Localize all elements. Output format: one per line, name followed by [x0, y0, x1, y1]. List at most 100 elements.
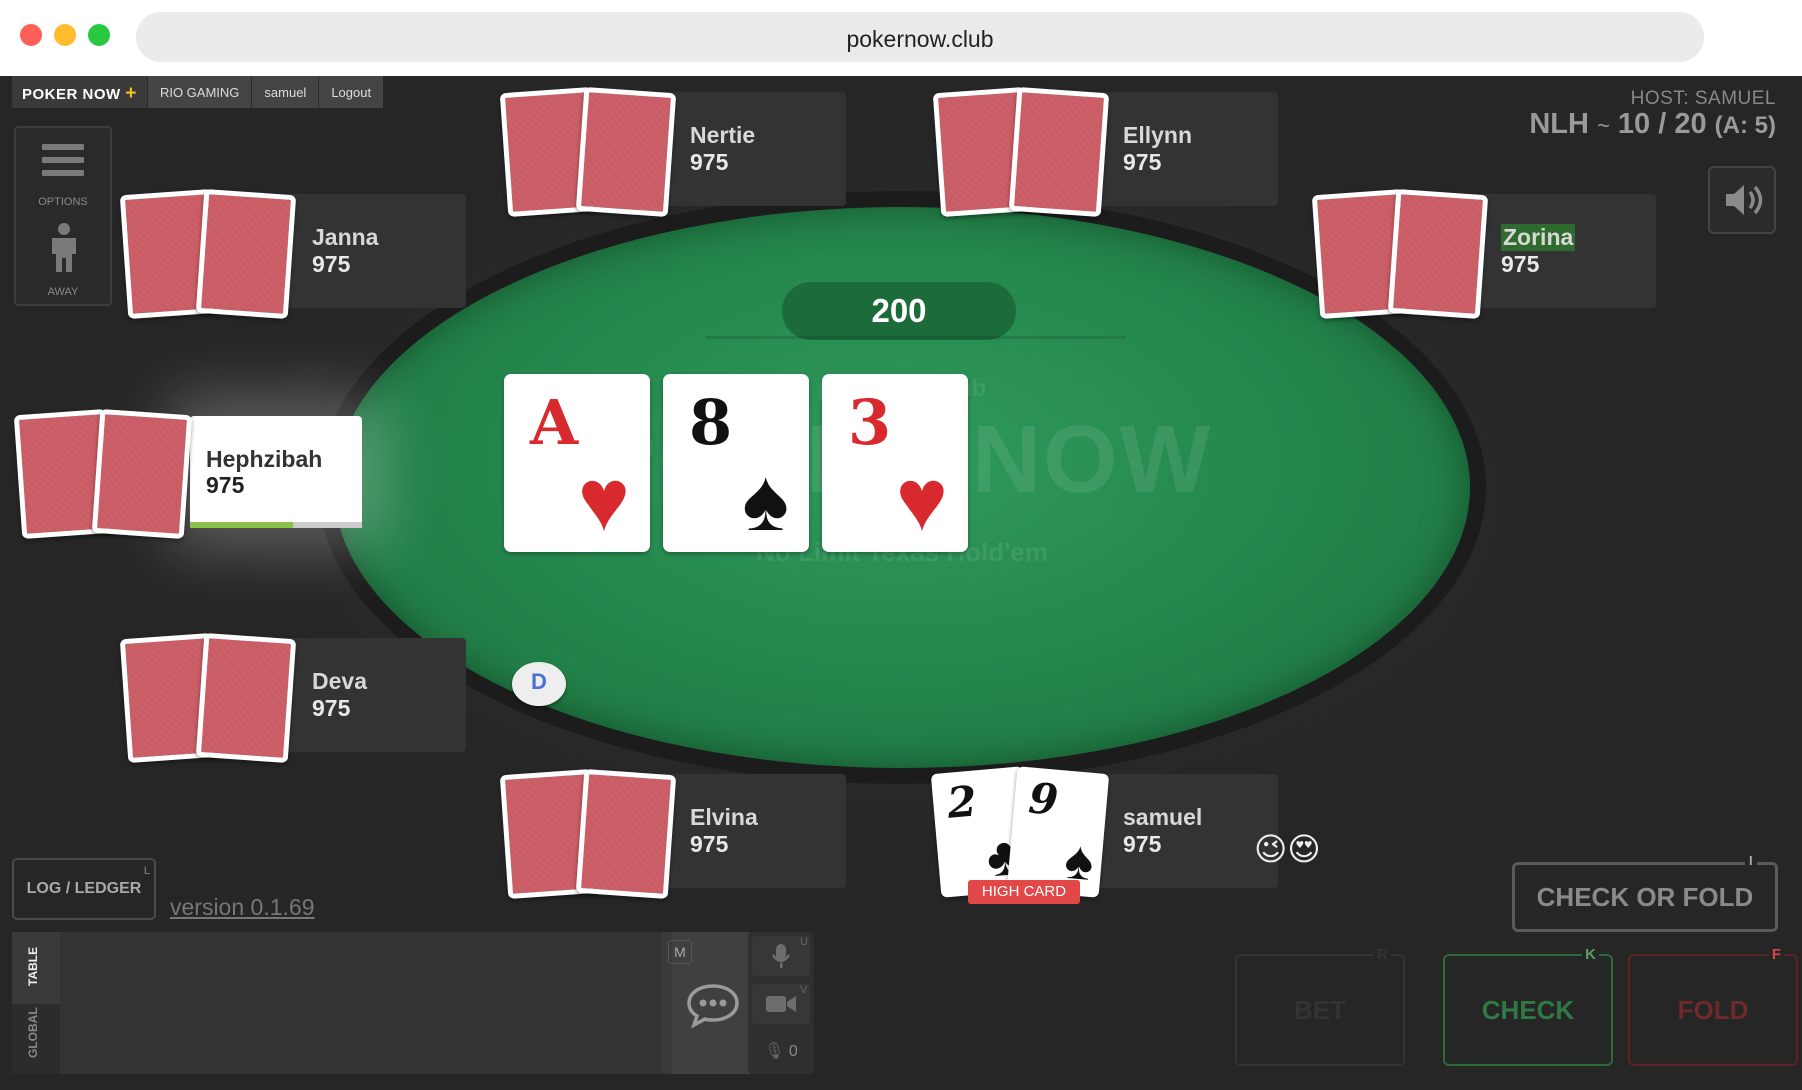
minimize-window-button[interactable] — [54, 24, 76, 46]
card-back — [195, 188, 297, 320]
player-name: Nertie — [690, 122, 756, 148]
check-button[interactable]: CHECK K — [1443, 946, 1613, 1066]
heart-icon: ♥ — [577, 450, 630, 549]
sound-toggle-button[interactable] — [1708, 166, 1776, 234]
chat-panel: TABLE GLOBAL — [12, 932, 754, 1074]
turn-timer — [190, 522, 362, 528]
player-stack: 975 — [312, 695, 351, 721]
player-name: Hephzibah — [206, 446, 323, 472]
plus-icon: + — [125, 83, 137, 104]
pot-amount: 200 — [782, 282, 1016, 340]
player-stack: 975 — [1123, 149, 1162, 175]
address-bar-url: pokernow.club — [846, 26, 994, 52]
chat-tabs: TABLE GLOBAL — [12, 932, 60, 1074]
bet-label: BET — [1294, 995, 1346, 1025]
away-person-icon[interactable] — [46, 222, 82, 274]
brand-logo[interactable]: POKER NOW + — [12, 76, 147, 108]
shortcut-key: L — [143, 865, 150, 877]
listeners-icon: 🎙 — [764, 1043, 785, 1060]
camera-shortcut-key: V — [800, 984, 808, 996]
card-rank: 9 — [1026, 773, 1061, 825]
card-back — [575, 86, 677, 218]
game-area: POKER NOW + RIO GAMING samuel Logout HOS… — [0, 76, 1802, 1090]
player-name: Deva — [312, 668, 367, 694]
fold-button[interactable]: FOLD F — [1628, 946, 1798, 1066]
board-card-1: A ♥ — [504, 374, 650, 552]
shortcut-key: K — [1582, 946, 1599, 964]
host-label: HOST: SAMUEL — [1630, 88, 1776, 109]
microphone-icon — [771, 944, 791, 968]
card-back — [195, 632, 297, 764]
options-label: OPTIONS — [38, 196, 88, 208]
player-stack: 975 — [206, 472, 245, 498]
top-nav: POKER NOW + RIO GAMING samuel Logout — [12, 76, 384, 108]
card-back — [575, 768, 677, 900]
speaker-icon — [1726, 185, 1763, 215]
bet-button[interactable]: BET R — [1235, 946, 1405, 1066]
chat-input[interactable] — [60, 932, 662, 1074]
card-back — [1008, 86, 1110, 218]
turn-timer-fill — [190, 522, 294, 528]
board-card-2: 8 ♠ — [663, 374, 809, 552]
close-window-button[interactable] — [20, 24, 42, 46]
player-stack: 975 — [312, 251, 351, 277]
shortcut-key: F — [1768, 946, 1784, 964]
player-name: Janna — [312, 224, 379, 250]
stakes-label: NLH ~ 10 / 20 (A: 5) — [1529, 108, 1776, 141]
chat-tab-table[interactable]: TABLE — [12, 932, 60, 1002]
log-ledger-label: LOG / LEDGER — [26, 880, 142, 897]
stakes-separator: ~ — [1597, 113, 1610, 138]
player-name: Elvina — [690, 804, 758, 830]
user-link[interactable]: samuel — [251, 76, 319, 108]
club-link[interactable]: RIO GAMING — [146, 76, 252, 108]
tab-label: TABLE — [26, 946, 40, 986]
dealer-button: D — [512, 662, 566, 706]
pot-divider — [706, 336, 1126, 339]
player-name: samuel — [1123, 804, 1203, 830]
fold-label: FOLD — [1677, 995, 1749, 1025]
sidebar: OPTIONS AWAY — [14, 126, 112, 306]
player-stack: 975 — [1501, 251, 1540, 277]
card-rank: 3 — [848, 386, 892, 459]
tab-label: GLOBAL — [26, 1007, 40, 1058]
emoji-reaction[interactable]: 😉😍 — [1254, 830, 1321, 868]
player-name: Zorina — [1501, 224, 1576, 251]
player-stack: 975 — [1123, 831, 1162, 857]
player-stack: 975 — [690, 831, 729, 857]
chat-tab-global[interactable]: GLOBAL — [12, 1004, 60, 1074]
browser-chrome: pokernow.club — [0, 0, 1802, 76]
menu-icon[interactable] — [42, 144, 84, 183]
card-back — [1387, 188, 1489, 320]
heart-icon: ♥ — [895, 450, 948, 549]
player-name: Ellynn — [1123, 122, 1193, 148]
card-back — [91, 408, 193, 540]
away-label: AWAY — [47, 286, 79, 298]
listeners-count: 🎙 0 — [752, 1036, 810, 1068]
chat-shortcut-key: M — [668, 940, 692, 964]
chat-bubble-icon — [687, 984, 739, 1028]
card-rank: A — [530, 386, 579, 459]
card-rank: 2 — [945, 776, 979, 828]
hand-strength-badge: HIGH CARD — [968, 880, 1080, 904]
hole-card-2: 9 ♠ — [1006, 766, 1110, 898]
mic-shortcut-key: U — [800, 936, 808, 948]
listeners-number: 0 — [788, 1043, 798, 1060]
check-label: CHECK — [1481, 995, 1575, 1025]
maximize-window-button[interactable] — [88, 24, 110, 46]
logout-link[interactable]: Logout — [318, 76, 384, 108]
ante: (A: 5) — [1714, 112, 1776, 139]
shortcut-key: I — [1745, 853, 1757, 869]
spade-icon: ♠ — [742, 450, 789, 549]
log-ledger-button[interactable]: LOG / LEDGER L — [12, 858, 156, 920]
check-or-fold-label: CHECK OR FOLD — [1536, 882, 1754, 912]
check-or-fold-button[interactable]: CHECK OR FOLD I — [1512, 853, 1778, 932]
shortcut-key: R — [1374, 946, 1391, 964]
board-card-3: 3 ♥ — [822, 374, 968, 552]
card-rank: 8 — [689, 386, 733, 459]
player-stack: 975 — [690, 149, 729, 175]
video-camera-icon — [766, 996, 796, 1012]
address-bar[interactable]: pokernow.club — [136, 12, 1704, 62]
version-link[interactable]: version 0.1.69 — [170, 894, 314, 921]
media-controls: U V 🎙 0 — [748, 932, 814, 1074]
brand-text: POKER NOW — [22, 86, 121, 103]
